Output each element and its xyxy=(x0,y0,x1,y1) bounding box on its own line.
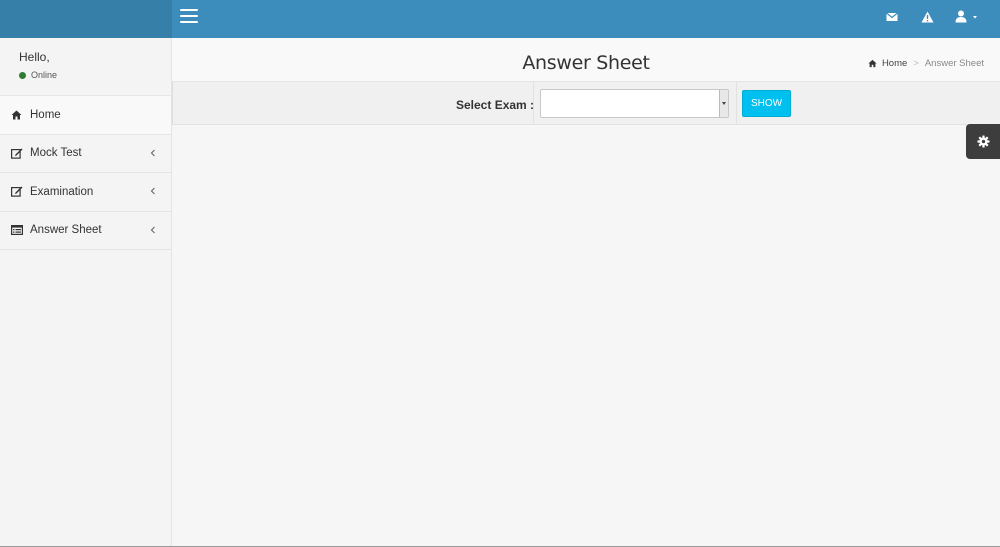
sidebar-item-label: Answer Sheet xyxy=(30,224,102,237)
greeting-text: Hello, xyxy=(19,50,50,64)
logo-area xyxy=(0,0,172,38)
breadcrumb-current: Answer Sheet xyxy=(924,58,984,69)
online-status: Online xyxy=(19,70,171,80)
sidebar: Hello, Online Home Mock Test Examination… xyxy=(0,38,172,547)
edit-icon xyxy=(11,186,24,198)
chevron-left-icon xyxy=(150,226,155,233)
sidebar-item-label: Home xyxy=(30,108,61,121)
sidebar-item-label: Examination xyxy=(30,185,94,198)
filter-bar: Select Exam : SHOW xyxy=(172,82,1000,125)
dropdown-arrow-icon xyxy=(719,90,728,117)
breadcrumb-home-link[interactable]: Home xyxy=(868,58,907,69)
hamburger-menu-icon[interactable] xyxy=(180,9,198,23)
warning-icon[interactable] xyxy=(921,10,935,24)
sidebar-item-label: Mock Test xyxy=(30,147,82,160)
envelope-icon[interactable] xyxy=(886,10,900,24)
settings-toggle[interactable] xyxy=(966,124,1000,159)
sidebar-item-home[interactable]: Home xyxy=(0,96,171,135)
sidebar-item-answer-sheet[interactable]: Answer Sheet xyxy=(0,212,171,250)
list-icon xyxy=(11,224,24,236)
user-panel: Hello, Online xyxy=(0,38,171,96)
home-icon xyxy=(11,109,24,121)
gear-icon xyxy=(976,135,990,148)
select-exam-dropdown[interactable] xyxy=(540,89,729,118)
breadcrumb: Home > Answer Sheet xyxy=(868,58,984,69)
divider xyxy=(533,82,534,125)
chevron-left-icon xyxy=(150,187,155,195)
home-icon xyxy=(868,59,877,68)
divider xyxy=(736,82,737,125)
content-header: Answer Sheet Home > Answer Sheet xyxy=(172,38,1000,82)
chevron-left-icon xyxy=(150,149,155,156)
breadcrumb-home-label: Home xyxy=(881,58,908,69)
edit-icon xyxy=(11,147,24,159)
top-navbar xyxy=(172,0,1000,38)
breadcrumb-separator: > xyxy=(913,58,919,69)
status-dot-icon xyxy=(19,71,26,79)
status-text: Online xyxy=(31,70,58,80)
sidebar-item-examination[interactable]: Examination xyxy=(0,173,171,212)
select-exam-label: Select Exam : xyxy=(456,98,535,112)
sidebar-item-mock-test[interactable]: Mock Test xyxy=(0,135,171,173)
user-icon[interactable] xyxy=(955,10,981,24)
show-button[interactable]: SHOW xyxy=(742,90,791,117)
